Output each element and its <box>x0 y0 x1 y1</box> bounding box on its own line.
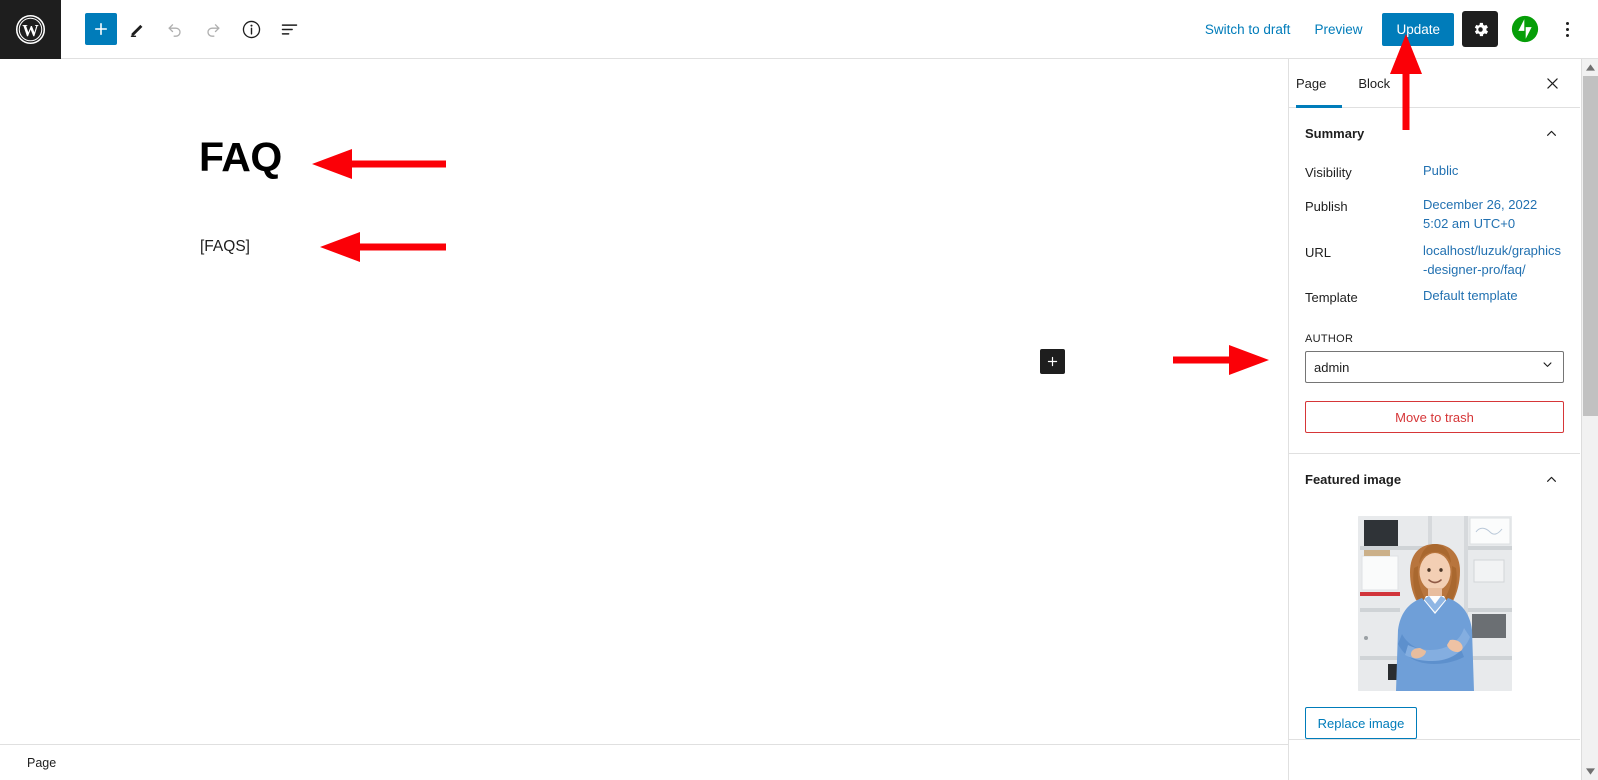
document-info-button[interactable] <box>233 11 269 47</box>
row-template: Template Default template <box>1305 283 1564 317</box>
toolbar-left-group <box>61 11 307 47</box>
settings-gear-button[interactable] <box>1462 11 1498 47</box>
jetpack-icon[interactable] <box>1508 12 1542 46</box>
more-options-button[interactable] <box>1550 11 1584 47</box>
page-title[interactable]: FAQ <box>199 137 282 178</box>
template-label: Template <box>1305 290 1358 306</box>
kebab-dot <box>1565 21 1569 25</box>
close-sidebar-button[interactable] <box>1532 59 1572 107</box>
undo-button[interactable] <box>157 11 193 47</box>
visibility-value[interactable]: Public <box>1423 162 1458 181</box>
editor-footer: Page <box>0 744 1288 780</box>
breadcrumb[interactable]: Page <box>0 756 56 770</box>
author-select[interactable]: admin <box>1305 351 1564 384</box>
kebab-dot <box>1565 27 1569 31</box>
url-value[interactable]: localhost/luzuk/graphics-designer-pro/fa… <box>1423 242 1564 280</box>
summary-section: Summary Visibility Public Publish Decemb… <box>1289 108 1580 455</box>
editor-toolbar: W Switch to draft Preview Update <box>0 0 1598 59</box>
update-button[interactable]: Update <box>1382 12 1454 46</box>
toolbar-right-group: Switch to draft Preview Update <box>1193 11 1598 47</box>
kebab-dot <box>1565 33 1569 37</box>
featured-image-thumbnail[interactable] <box>1357 516 1512 692</box>
chevron-up-icon[interactable] <box>1539 121 1564 146</box>
page-body-text[interactable]: [FAQS] <box>200 235 250 258</box>
wordpress-block-editor: W Switch to draft Preview Update FAQ [FA… <box>0 0 1598 780</box>
chevron-up-icon[interactable] <box>1539 467 1564 492</box>
sidebar-tablist: Page Block <box>1289 59 1580 108</box>
featured-image-header[interactable]: Featured image <box>1305 454 1564 504</box>
publish-value[interactable]: December 26, 2022 5:02 am UTC+0 <box>1423 196 1564 234</box>
replace-featured-image-button[interactable]: Replace image <box>1305 707 1417 740</box>
preview-button[interactable]: Preview <box>1302 14 1374 45</box>
settings-sidebar: Page Block Summary Visibility Public Pub… <box>1288 59 1580 780</box>
publish-label: Publish <box>1305 199 1348 214</box>
author-label: AUTHOR <box>1305 333 1354 346</box>
summary-title: Summary <box>1305 125 1365 141</box>
scroll-up-arrow-icon[interactable] <box>1582 59 1598 76</box>
inline-add-block-button[interactable] <box>1040 349 1065 374</box>
tab-block[interactable]: Block <box>1342 59 1406 107</box>
scroll-down-arrow-icon[interactable] <box>1582 763 1598 780</box>
row-url: URL localhost/luzuk/graphics-designer-pr… <box>1305 238 1564 284</box>
visibility-label: Visibility <box>1305 165 1352 180</box>
scrollbar-thumb[interactable] <box>1583 76 1598 416</box>
svg-text:W: W <box>22 20 39 39</box>
sidebar-scrollbar[interactable] <box>1581 59 1598 780</box>
list-view-button[interactable] <box>271 11 307 47</box>
add-block-button[interactable] <box>85 13 117 45</box>
edit-tool-button[interactable] <box>119 11 155 47</box>
editor-canvas[interactable]: FAQ [FAQS] <box>0 59 1288 744</box>
move-to-trash-button[interactable]: Move to trash <box>1305 401 1564 434</box>
featured-image-title: Featured image <box>1305 471 1402 487</box>
template-value[interactable]: Default template <box>1423 287 1518 306</box>
redo-button[interactable] <box>195 11 231 47</box>
row-publish: Publish December 26, 2022 5:02 am UTC+0 <box>1305 192 1564 238</box>
url-label: URL <box>1305 244 1332 260</box>
row-visibility: Visibility Public <box>1305 158 1564 192</box>
featured-image-section: Featured image Replace image <box>1289 454 1580 741</box>
tab-page[interactable]: Page <box>1296 59 1343 108</box>
wordpress-logo-icon[interactable]: W <box>0 0 61 59</box>
switch-to-draft-button[interactable]: Switch to draft <box>1193 14 1303 45</box>
summary-header[interactable]: Summary <box>1305 108 1564 158</box>
